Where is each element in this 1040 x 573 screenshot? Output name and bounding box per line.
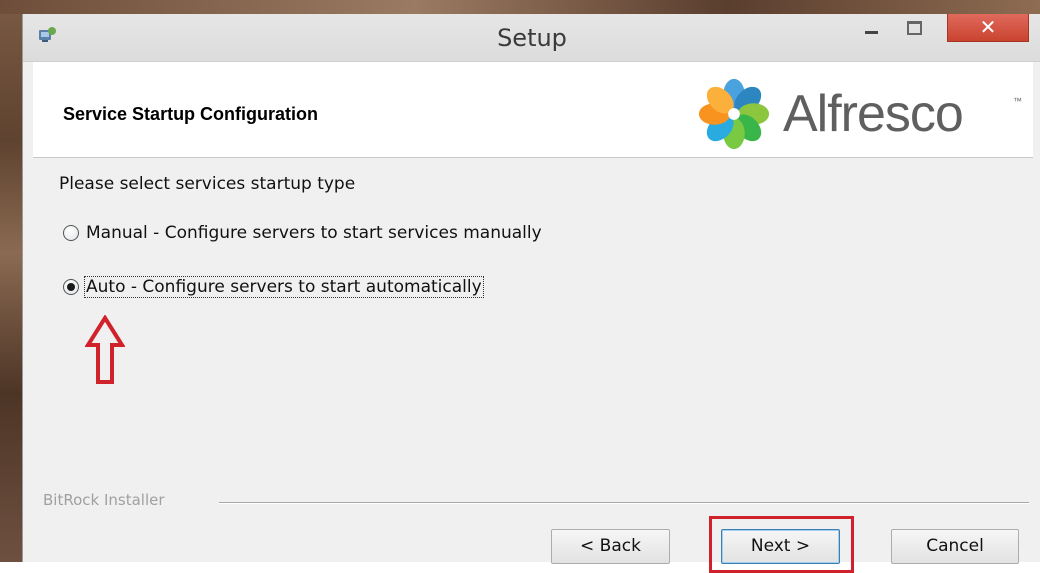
auto-radio-button[interactable] bbox=[63, 279, 79, 295]
title-bar[interactable]: Setup ✕ bbox=[23, 14, 1040, 62]
up-arrow-annotation-icon bbox=[85, 315, 125, 384]
alfresco-flower-logo-icon bbox=[698, 78, 770, 150]
auto-option-label[interactable]: Auto - Configure servers to start automa… bbox=[84, 276, 484, 298]
radio-option-manual[interactable]: Manual - Configure servers to start serv… bbox=[63, 220, 543, 246]
next-button-annotation-box bbox=[709, 516, 854, 573]
minimize-icon bbox=[865, 31, 878, 34]
startup-type-prompt: Please select services startup type bbox=[59, 174, 356, 194]
desktop-background-top bbox=[0, 0, 1040, 14]
back-button[interactable]: < Back bbox=[551, 529, 670, 564]
desktop-background-left bbox=[0, 0, 24, 562]
maximize-button[interactable] bbox=[893, 14, 933, 41]
minimize-button[interactable] bbox=[851, 14, 891, 41]
page-title: Service Startup Configuration bbox=[63, 104, 319, 124]
trademark-mark: ™ bbox=[1013, 96, 1022, 106]
wizard-content: Please select services startup type Manu… bbox=[33, 158, 1033, 573]
radio-option-auto[interactable]: Auto - Configure servers to start automa… bbox=[63, 274, 484, 300]
installer-brand-label: BitRock Installer bbox=[43, 491, 173, 509]
manual-radio-button[interactable] bbox=[63, 225, 79, 241]
footer-divider bbox=[219, 502, 1029, 504]
close-icon: ✕ bbox=[979, 15, 997, 39]
setup-window: Setup ✕ Service Startup Configuration Al… bbox=[22, 14, 1040, 573]
wizard-header: Service Startup Configuration Alfresco ™ bbox=[33, 62, 1033, 158]
alfresco-logo-text: Alfresco bbox=[783, 85, 964, 143]
close-button[interactable]: ✕ bbox=[947, 14, 1029, 42]
manual-option-label[interactable]: Manual - Configure servers to start serv… bbox=[85, 223, 543, 243]
maximize-icon bbox=[907, 21, 922, 35]
cancel-button[interactable]: Cancel bbox=[891, 529, 1019, 564]
